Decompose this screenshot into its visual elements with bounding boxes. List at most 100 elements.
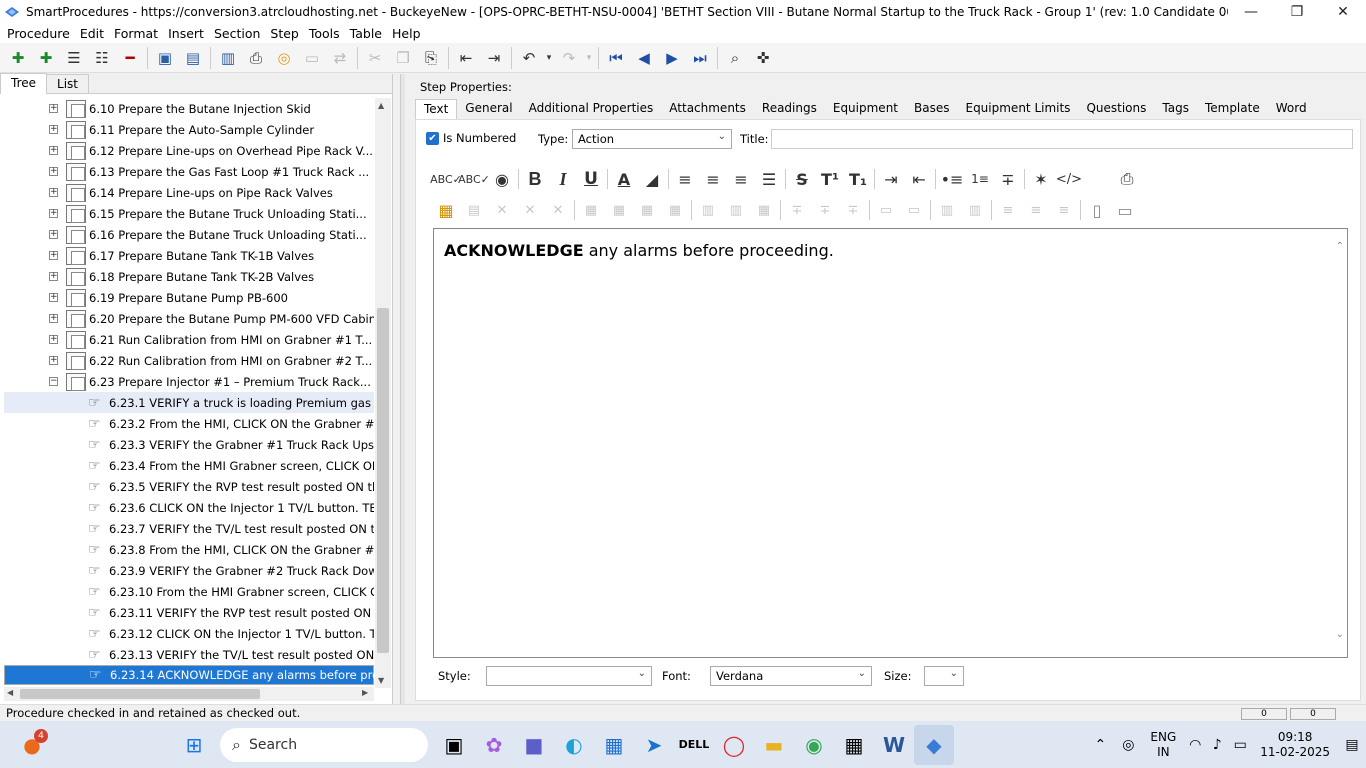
- tree-section[interactable]: +6.17 Prepare Butane Tank TK-1B Valves: [4, 245, 374, 266]
- tab-text[interactable]: Text: [415, 99, 458, 119]
- minimize-button[interactable]: —: [1228, 0, 1274, 23]
- is-numbered-checkbox[interactable]: ✔ Is Numbered: [426, 131, 516, 145]
- menu-procedure[interactable]: Procedure: [2, 26, 75, 41]
- dell-icon[interactable]: DELL: [674, 725, 714, 765]
- tree-section[interactable]: +6.15 Prepare the Butane Truck Unloading…: [4, 203, 374, 224]
- scrollbar-thumb[interactable]: [377, 308, 389, 653]
- tree-horizontal-scrollbar[interactable]: ◀ ▶: [4, 687, 374, 701]
- export-icon[interactable]: ▥: [214, 45, 242, 71]
- expand-icon[interactable]: +: [49, 188, 58, 197]
- scroll-down-icon[interactable]: ▼: [378, 676, 384, 685]
- taskbar-search[interactable]: ⌕ Search: [220, 727, 428, 762]
- menu-table[interactable]: Table: [345, 26, 387, 41]
- remove-icon[interactable]: ━: [116, 45, 144, 71]
- superscript-icon[interactable]: T¹: [816, 166, 844, 192]
- font-color-icon[interactable]: A: [610, 166, 638, 192]
- first-icon[interactable]: ⏮: [602, 45, 630, 71]
- copilot-icon[interactable]: ✿: [474, 725, 514, 765]
- type-select[interactable]: Action ⌄: [572, 129, 732, 149]
- task-view-icon[interactable]: ▣: [434, 725, 474, 765]
- tab-additional-properties[interactable]: Additional Properties: [521, 99, 662, 119]
- opera-icon[interactable]: ◯: [714, 725, 754, 765]
- expand-icon[interactable]: +: [49, 272, 58, 281]
- title-input[interactable]: [771, 129, 1353, 149]
- print-icon[interactable]: ⎙: [242, 45, 270, 71]
- tab-questions[interactable]: Questions: [1078, 99, 1154, 119]
- pane-splitter[interactable]: [400, 74, 405, 704]
- align-center-icon[interactable]: ≡: [699, 166, 727, 192]
- align-right-icon[interactable]: ≡: [727, 166, 755, 192]
- tree-section[interactable]: +6.14 Prepare Line-ups on Pipe Rack Valv…: [4, 182, 374, 203]
- expand-icon[interactable]: +: [49, 314, 58, 323]
- list-alt-icon[interactable]: ☷: [88, 45, 116, 71]
- tab-tags[interactable]: Tags: [1154, 99, 1197, 119]
- tree-step[interactable]: ☞ 6.23.7 VERIFY the TV/L test result post…: [4, 518, 374, 539]
- tree-step[interactable]: ☞ 6.23.12 CLICK ON the Injector 1 TV/L bu…: [4, 623, 374, 644]
- save-all-icon[interactable]: ▣: [151, 45, 179, 71]
- tab-equipment[interactable]: Equipment: [825, 99, 906, 119]
- next-icon[interactable]: ▶: [658, 45, 686, 71]
- expand-icon[interactable]: +: [49, 104, 58, 113]
- outdent-icon[interactable]: ⇤: [905, 166, 933, 192]
- tree-section-expanded[interactable]: −6.23 Prepare Injector #1 – Premium Truc…: [4, 371, 374, 392]
- add-icon[interactable]: ✚: [4, 45, 32, 71]
- notification-icon[interactable]: ● 4: [12, 725, 52, 765]
- save-icon[interactable]: ▤: [179, 45, 207, 71]
- expand-icon[interactable]: +: [49, 146, 58, 155]
- italic-button[interactable]: I: [549, 166, 577, 192]
- tab-tree[interactable]: Tree: [0, 73, 48, 94]
- volume-icon[interactable]: ♪: [1206, 725, 1228, 765]
- tree-step[interactable]: ☞ 6.23.11 VERIFY the RVP test result post…: [4, 602, 374, 623]
- store-icon[interactable]: ▦: [594, 725, 634, 765]
- tree-section[interactable]: +6.19 Prepare Butane Pump PB-600: [4, 287, 374, 308]
- expand-icon[interactable]: +: [49, 293, 58, 302]
- tab-word[interactable]: Word: [1268, 99, 1315, 119]
- tree-step[interactable]: ☞ 6.23.8 From the HMI, CLICK ON the Grabn…: [4, 539, 374, 560]
- outdent-icon[interactable]: ⇤: [452, 45, 480, 71]
- add-child-icon[interactable]: ✚: [32, 45, 60, 71]
- tree-section[interactable]: +6.22 Run Calibration from HMI on Grabne…: [4, 350, 374, 371]
- font-select[interactable]: Verdana ⌄: [710, 666, 872, 686]
- chrome-icon[interactable]: ◉: [794, 725, 834, 765]
- tree-section[interactable]: +6.21 Run Calibration from HMI on Grabne…: [4, 329, 374, 350]
- tree-step[interactable]: ☞ 6.23.4 From the HMI Grabner screen, CLI…: [4, 455, 374, 476]
- scroll-down-icon[interactable]: ⌄: [1336, 629, 1344, 640]
- previous-icon[interactable]: ◀: [630, 45, 658, 71]
- step-text-editor[interactable]: ACKNOWLEDGE any alarms before proceeding…: [433, 228, 1348, 658]
- subscript-icon[interactable]: T₁: [844, 166, 872, 192]
- power-automate-icon[interactable]: ➤: [634, 725, 674, 765]
- tree-step[interactable]: ☞ 6.23.6 CLICK ON the Injector 1 TV/L but…: [4, 497, 374, 518]
- teams-icon[interactable]: ■: [514, 725, 554, 765]
- expand-icon[interactable]: +: [49, 251, 58, 260]
- edge-icon[interactable]: ◐: [554, 725, 594, 765]
- menu-edit[interactable]: Edit: [75, 26, 109, 41]
- horizontal-bar-icon[interactable]: ▭: [1111, 197, 1139, 223]
- underline-button[interactable]: U: [577, 166, 605, 192]
- tab-equipment-limits[interactable]: Equipment Limits: [957, 99, 1078, 119]
- bullet-list-icon[interactable]: •≡: [938, 166, 966, 192]
- indent-icon[interactable]: ⇥: [877, 166, 905, 192]
- calculator-icon[interactable]: ▦: [834, 725, 874, 765]
- clock[interactable]: 09:18 11-02-2025: [1260, 730, 1330, 760]
- undo-icon[interactable]: ↶: [515, 45, 543, 71]
- expand-icon[interactable]: +: [49, 230, 58, 239]
- vertical-bar-icon[interactable]: ▯: [1083, 197, 1111, 223]
- size-select[interactable]: ⌄: [924, 666, 964, 686]
- tree-step[interactable]: ☞ 6.23.10 From the HMI Grabner screen, CL…: [4, 581, 374, 602]
- scrollbar-thumb[interactable]: [20, 689, 260, 699]
- tree-step-selected[interactable]: ☞ 6.23.14 ACKNOWLEDGE any alarms before p…: [4, 665, 374, 685]
- numbered-list-icon[interactable]: 1≡: [966, 166, 994, 192]
- notification-bell-icon[interactable]: ▤: [1338, 725, 1366, 765]
- tree-section[interactable]: +6.20 Prepare the Butane Pump PM-600 VFD…: [4, 308, 374, 329]
- menu-section[interactable]: Section: [209, 26, 265, 41]
- tree-step[interactable]: ☞ 6.23.1 VERIFY a truck is loading Premiu…: [4, 392, 374, 413]
- bold-button[interactable]: B: [521, 166, 549, 192]
- windows-start-icon[interactable]: ⊞: [174, 725, 214, 765]
- menu-help[interactable]: Help: [387, 26, 426, 41]
- magic-wand-icon[interactable]: ✶: [1027, 166, 1055, 192]
- close-button[interactable]: ✕: [1320, 0, 1366, 23]
- network-status-icon[interactable]: ◎: [1114, 725, 1142, 765]
- insert-line-icon[interactable]: ∓: [994, 166, 1022, 192]
- wifi-icon[interactable]: ◠: [1184, 725, 1206, 765]
- smartprocedures-taskbar-icon[interactable]: ◆: [914, 724, 954, 765]
